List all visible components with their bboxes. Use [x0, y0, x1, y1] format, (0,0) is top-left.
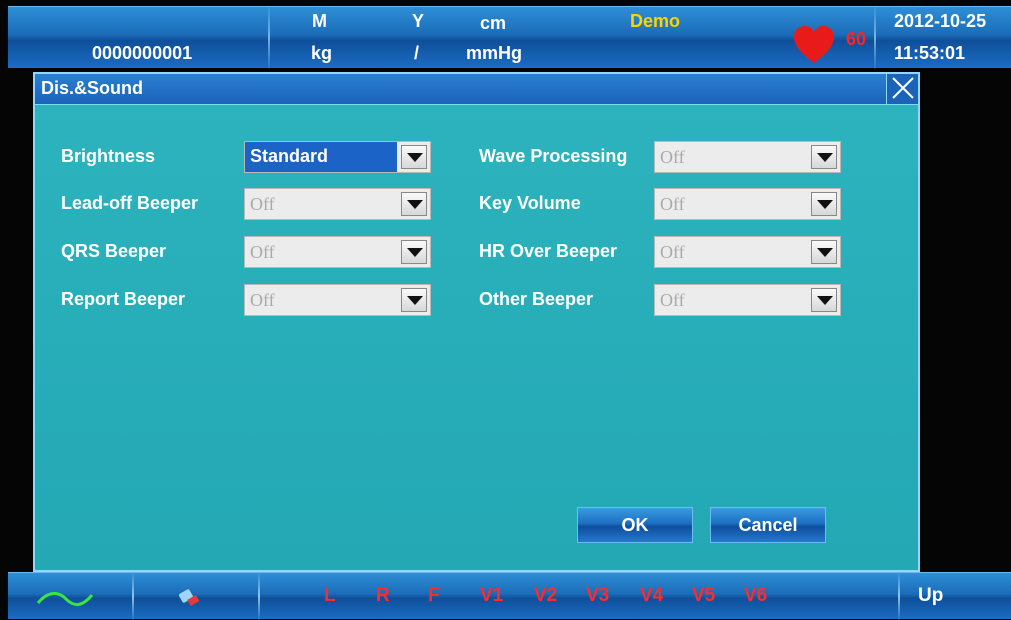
- dialog-title-bar: Dis.&Sound: [35, 74, 918, 104]
- bottom-toolbar: L R F V1 V2 V3 V4 V5 V6 Up: [8, 572, 1011, 620]
- heart-icon: [794, 26, 834, 63]
- time: 11:53:01: [894, 43, 966, 63]
- display-sound-dialog: Dis.&Sound Brightness Standard Lead-off …: [33, 72, 920, 572]
- lead-l[interactable]: L: [324, 585, 336, 607]
- lead-off-beeper-label: Lead-off Beeper: [61, 193, 199, 213]
- heart-rate-value: 60: [846, 29, 867, 49]
- lead-off-beeper-value: Off: [250, 194, 275, 214]
- report-beeper-select[interactable]: Off: [244, 284, 431, 316]
- chevron-down-icon[interactable]: [811, 192, 837, 216]
- pressure-unit: mmHg: [466, 43, 523, 63]
- date: 2012-10-25: [894, 11, 987, 31]
- chevron-down-icon[interactable]: [811, 145, 837, 169]
- chevron-down-icon[interactable]: [811, 288, 837, 312]
- weight-unit: kg: [311, 43, 333, 63]
- hr-over-beeper-select[interactable]: Off: [654, 236, 841, 268]
- electrode-button[interactable]: [168, 581, 218, 613]
- qrs-beeper-select[interactable]: Off: [244, 236, 431, 268]
- lead-off-beeper-select[interactable]: Off: [244, 188, 431, 220]
- close-icon: [892, 77, 914, 99]
- dialog-body: Brightness Standard Lead-off Beeper Off …: [35, 104, 918, 570]
- dialog-title: Dis.&Sound: [41, 78, 143, 98]
- gender: M: [312, 11, 327, 31]
- hr-over-beeper-value: Off: [660, 242, 685, 262]
- lead-v3[interactable]: V3: [586, 585, 609, 607]
- key-volume-value: Off: [660, 194, 685, 214]
- other-beeper-value: Off: [660, 290, 685, 310]
- other-beeper-label: Other Beeper: [479, 289, 594, 309]
- status-bar: 0000000001 M kg Y / cm mmHg Demo 60 2012…: [8, 6, 1011, 69]
- chevron-down-icon[interactable]: [401, 288, 427, 312]
- hr-over-beeper-label: HR Over Beeper: [479, 241, 618, 261]
- report-beeper-value: Off: [250, 290, 275, 310]
- lead-v5[interactable]: V5: [692, 585, 715, 607]
- lead-v2[interactable]: V2: [534, 585, 557, 607]
- lead-f[interactable]: F: [428, 585, 440, 607]
- waveform-button[interactable]: [28, 581, 108, 613]
- lead-v1[interactable]: V1: [480, 585, 503, 607]
- key-volume-label: Key Volume: [479, 193, 581, 213]
- chevron-down-icon[interactable]: [401, 240, 427, 264]
- wave-processing-select[interactable]: Off: [654, 141, 841, 173]
- report-beeper-label: Report Beeper: [61, 289, 186, 309]
- waveform-icon: [36, 592, 94, 606]
- mode-label: Demo: [630, 11, 681, 31]
- brightness-select[interactable]: Standard: [244, 141, 431, 173]
- cancel-button[interactable]: Cancel: [710, 507, 826, 543]
- chevron-down-icon[interactable]: [401, 192, 427, 216]
- lead-v6[interactable]: V6: [744, 585, 767, 607]
- up-button[interactable]: Up: [918, 585, 943, 607]
- electrode-icon: [179, 589, 200, 606]
- brightness-value: Standard: [245, 142, 397, 172]
- wave-processing-value: Off: [660, 147, 685, 167]
- height-unit: cm: [480, 13, 507, 33]
- qrs-beeper-label: QRS Beeper: [61, 241, 167, 261]
- wave-processing-label: Wave Processing: [479, 146, 628, 166]
- qrs-beeper-value: Off: [250, 242, 275, 262]
- unit-separator: /: [414, 43, 420, 63]
- close-button[interactable]: [886, 74, 918, 104]
- lead-r[interactable]: R: [376, 585, 390, 607]
- chevron-down-icon[interactable]: [401, 145, 427, 169]
- brightness-label: Brightness: [61, 146, 156, 166]
- patient-id: 0000000001: [92, 43, 193, 63]
- right-panel: [920, 68, 1011, 572]
- age-unit: Y: [412, 11, 425, 31]
- other-beeper-select[interactable]: Off: [654, 284, 841, 316]
- ok-button[interactable]: OK: [577, 507, 693, 543]
- chevron-down-icon[interactable]: [811, 240, 837, 264]
- key-volume-select[interactable]: Off: [654, 188, 841, 220]
- lead-v4[interactable]: V4: [640, 585, 663, 607]
